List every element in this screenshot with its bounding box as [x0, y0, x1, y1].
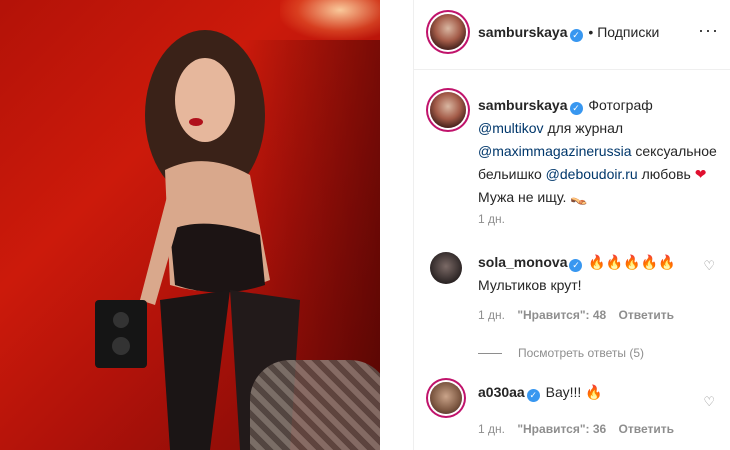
- verified-icon: ✓: [569, 29, 583, 42]
- comment-time[interactable]: 1 дн.: [478, 422, 505, 436]
- post-photo[interactable]: [0, 0, 380, 450]
- caption-text-1: Фотограф: [588, 97, 653, 113]
- fire-emojis: 🔥🔥🔥🔥🔥: [588, 254, 676, 270]
- comment-username[interactable]: sola_monova: [478, 254, 567, 270]
- comment-header: a030aa ✓ Вау!!! 🔥: [478, 384, 603, 402]
- caption-time[interactable]: 1 дн.: [478, 212, 505, 226]
- caption-text-4: любовь: [637, 166, 695, 182]
- stool: [250, 360, 380, 450]
- reply-button[interactable]: Ответить: [619, 308, 674, 322]
- caption-username[interactable]: samburskaya: [478, 97, 568, 113]
- author-avatar[interactable]: [430, 14, 466, 50]
- comment-avatar[interactable]: [430, 382, 462, 414]
- mention-maxim[interactable]: @maximmagazinerussia: [478, 143, 631, 159]
- more-options-icon[interactable]: ···: [698, 20, 719, 41]
- caption-text-5: Мужа не ищу.: [478, 189, 571, 205]
- post-panel: samburskaya ✓ • Подписки ··· samburskaya ✓…: [413, 0, 730, 450]
- header-row: samburskaya ✓ • Подписки: [478, 24, 659, 42]
- comment-text: Мультиков крут!: [478, 277, 582, 293]
- comment-meta: 1 дн. "Нравится": 36 Ответить: [478, 422, 683, 436]
- verified-icon: ✓: [569, 259, 583, 272]
- caption-avatar[interactable]: [430, 92, 466, 128]
- verified-icon: ✓: [569, 102, 583, 115]
- following-button[interactable]: Подписки: [597, 24, 659, 40]
- comment-likes[interactable]: "Нравится": 36: [517, 422, 606, 436]
- comment-username[interactable]: a030aa: [478, 384, 525, 400]
- mention-multikov[interactable]: @multikov: [478, 120, 544, 136]
- comment-time[interactable]: 1 дн.: [478, 308, 505, 322]
- view-replies-button[interactable]: Посмотреть ответы (5): [478, 346, 644, 360]
- comment-meta: 1 дн. "Нравится": 48 Ответить: [478, 308, 683, 322]
- reply-button[interactable]: Ответить: [619, 422, 674, 436]
- like-heart-icon[interactable]: ♡: [703, 394, 715, 410]
- fire-emoji: 🔥: [585, 384, 603, 400]
- view-replies-label: Посмотреть ответы (5): [518, 346, 645, 360]
- caption-text: samburskaya ✓ Фотограф @multikov для журн…: [478, 94, 718, 209]
- replies-dash: [478, 353, 502, 354]
- mention-deboudoir[interactable]: @deboudoir.ru: [546, 166, 638, 182]
- comment-avatar[interactable]: [430, 252, 462, 284]
- comment-likes[interactable]: "Нравится": 48: [517, 308, 606, 322]
- post-header: samburskaya ✓ • Подписки ···: [414, 0, 730, 70]
- comment-text: Вау!!!: [545, 384, 582, 400]
- verified-icon: ✓: [526, 389, 540, 402]
- like-heart-icon[interactable]: ♡: [703, 258, 715, 274]
- header-separator: •: [588, 24, 594, 40]
- comment-header: sola_monova ✓ 🔥🔥🔥🔥🔥: [478, 254, 676, 272]
- caption-text-2: для журнал: [543, 120, 624, 136]
- sandal-emoji: 👡: [570, 189, 588, 205]
- author-username[interactable]: samburskaya: [478, 24, 568, 40]
- heart-emoji: ❤: [694, 166, 707, 182]
